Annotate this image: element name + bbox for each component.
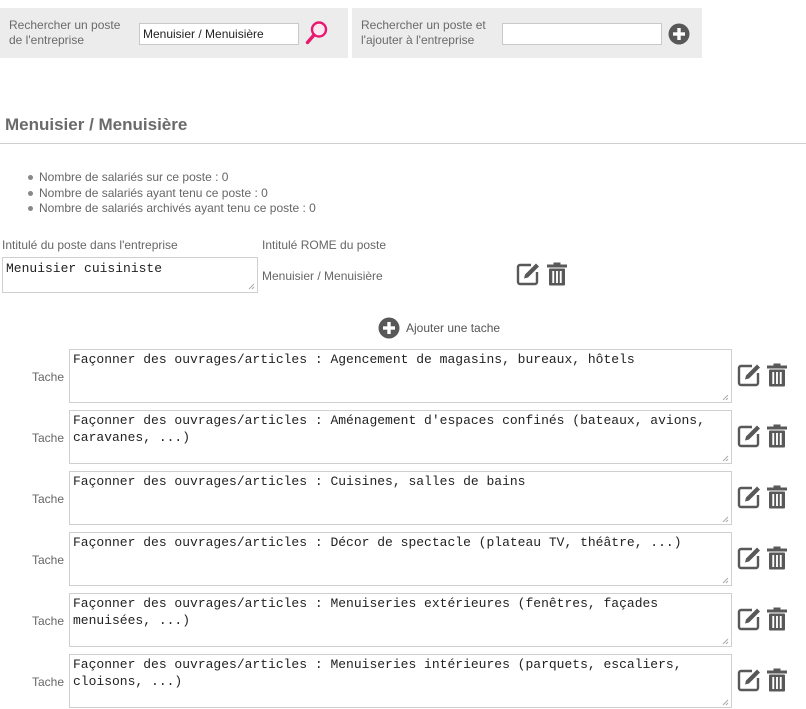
stats-list: Nombre de salariés sur ce poste : 0 Nomb… <box>27 170 316 217</box>
rome-value: Menuisier / Menuisière <box>262 269 383 283</box>
trash-icon[interactable] <box>765 363 789 387</box>
search-add-label: Rechercher un poste et l'ajouter à l'ent… <box>361 18 486 47</box>
stat-item: Nombre de salariés ayant tenu ce poste :… <box>27 186 316 202</box>
trash-icon[interactable] <box>765 607 789 631</box>
rome-label: Intitulé ROME du poste <box>262 238 387 252</box>
title-divider <box>0 143 806 144</box>
edit-icon[interactable] <box>516 262 540 286</box>
task-textarea[interactable]: Façonner des ouvrages/articles : Cuisine… <box>69 471 732 525</box>
task-textarea[interactable]: Façonner des ouvrages/articles : Décor d… <box>69 532 732 586</box>
intitule-label: Intitulé du poste dans l'entreprise <box>2 238 178 252</box>
stat-item: Nombre de salariés archivés ayant tenu c… <box>27 201 316 217</box>
page-title: Menuisier / Menuisière <box>5 115 188 134</box>
task-label: Tache <box>32 553 65 567</box>
magnifier-icon[interactable] <box>305 20 329 46</box>
task-label: Tache <box>32 431 65 445</box>
search-existing-label: Rechercher un poste de l'entreprise <box>9 18 121 47</box>
task-textarea[interactable]: Façonner des ouvrages/articles : Aménage… <box>69 410 732 464</box>
edit-icon[interactable] <box>737 607 761 631</box>
task-label: Tache <box>32 492 65 506</box>
edit-icon[interactable] <box>737 424 761 448</box>
stat-item: Nombre de salariés sur ce poste : 0 <box>27 170 316 186</box>
search-existing-panel: Rechercher un poste de l'entreprise <box>0 8 348 58</box>
task-label: Tache <box>32 370 65 384</box>
trash-icon[interactable] <box>545 262 569 286</box>
trash-icon[interactable] <box>765 546 789 570</box>
task-textarea[interactable]: Façonner des ouvrages/articles : Menuise… <box>69 654 732 708</box>
edit-icon[interactable] <box>737 668 761 692</box>
trash-icon[interactable] <box>765 668 789 692</box>
trash-icon[interactable] <box>765 424 789 448</box>
task-label: Tache <box>32 675 65 689</box>
search-add-panel: Rechercher un poste et l'ajouter à l'ent… <box>352 8 702 58</box>
task-label: Tache <box>32 614 65 628</box>
task-textarea[interactable]: Façonner des ouvrages/articles : Agencem… <box>69 349 732 403</box>
edit-icon[interactable] <box>737 363 761 387</box>
trash-icon[interactable] <box>765 485 789 509</box>
edit-icon[interactable] <box>737 485 761 509</box>
add-task-button[interactable]: Ajouter une tache <box>378 317 500 339</box>
edit-icon[interactable] <box>737 546 761 570</box>
search-add-input[interactable] <box>502 23 662 45</box>
task-textarea[interactable]: Façonner des ouvrages/articles : Menuise… <box>69 593 732 647</box>
plus-circle-icon[interactable] <box>668 23 690 45</box>
add-task-label: Ajouter une tache <box>406 321 501 335</box>
search-existing-input[interactable] <box>139 23 299 45</box>
plus-circle-icon <box>378 317 400 339</box>
intitule-input[interactable]: Menuisier cuisiniste <box>2 257 258 293</box>
